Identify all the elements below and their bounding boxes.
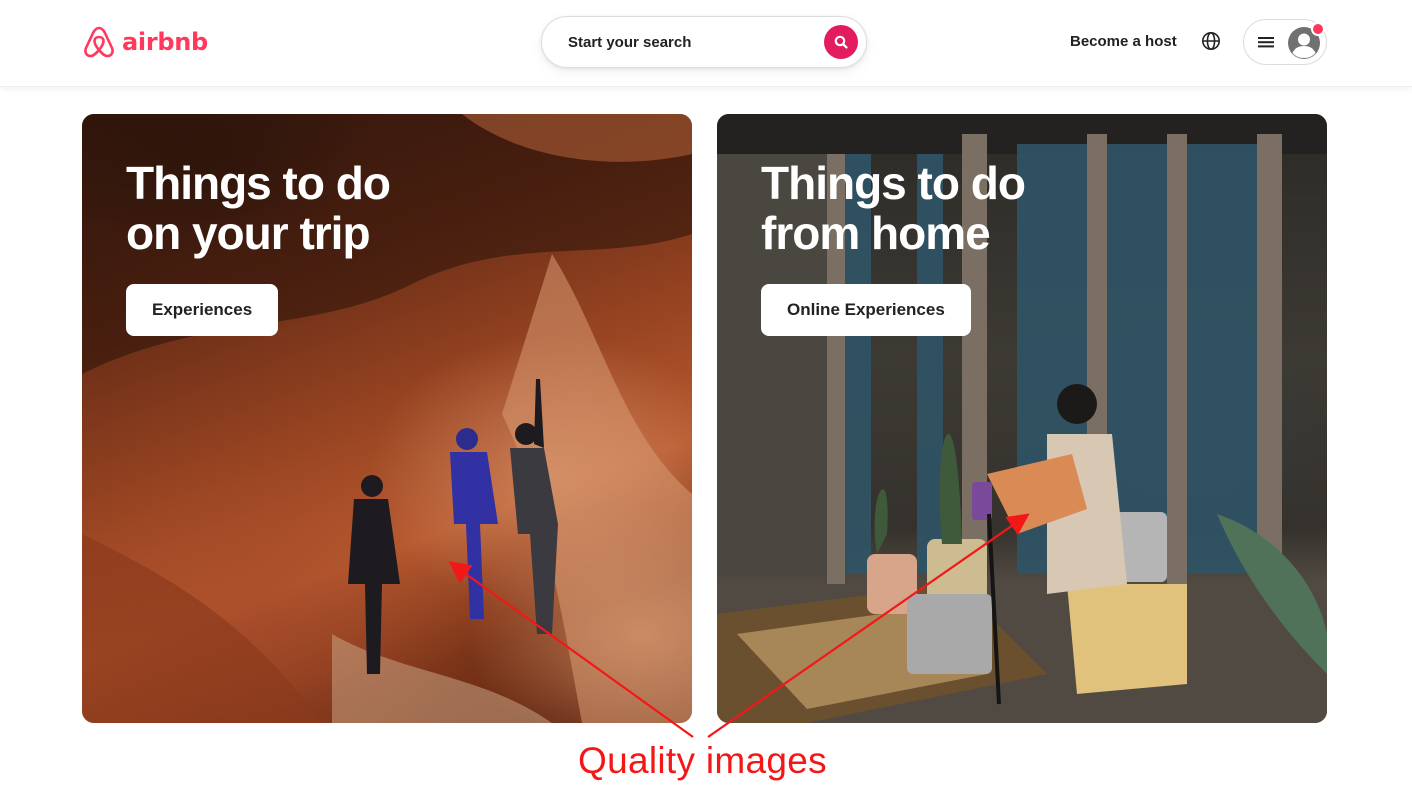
top-navigation-bar: airbnb Start your search Become a host xyxy=(0,0,1412,87)
language-button[interactable] xyxy=(1201,31,1221,56)
airbnb-logo[interactable]: airbnb xyxy=(82,24,208,60)
experiences-card[interactable]: Things to do on your trip Experiences xyxy=(82,114,692,723)
airbnb-belo-icon xyxy=(84,26,114,58)
search-placeholder: Start your search xyxy=(568,34,692,51)
globe-icon xyxy=(1202,32,1220,50)
online-experiences-card[interactable]: Things to do from home Online Experience… xyxy=(717,114,1327,723)
search-button[interactable] xyxy=(824,25,858,59)
search-bar[interactable]: Start your search xyxy=(541,16,867,68)
become-a-host-link[interactable]: Become a host xyxy=(1070,33,1177,50)
search-icon xyxy=(834,35,848,49)
user-menu-button[interactable] xyxy=(1243,19,1327,65)
hamburger-menu-icon xyxy=(1258,37,1274,48)
brand-name: airbnb xyxy=(122,28,208,56)
experiences-button[interactable]: Experiences xyxy=(126,284,279,336)
card-title: Things to do from home xyxy=(761,157,1026,259)
card-title: Things to do on your trip xyxy=(126,157,391,259)
notification-dot xyxy=(1311,22,1325,36)
quality-images-annotation: Quality images xyxy=(578,740,827,781)
hiker-figures xyxy=(348,379,558,674)
online-experiences-button[interactable]: Online Experiences xyxy=(761,284,971,336)
